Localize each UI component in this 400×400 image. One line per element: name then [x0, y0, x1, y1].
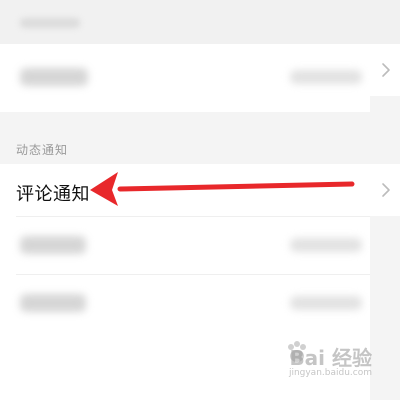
chevron-right-icon[interactable] [378, 62, 394, 78]
blurred-row-value [290, 296, 362, 310]
chevron-strip-top [370, 44, 400, 96]
chevron-right-icon[interactable] [378, 182, 394, 198]
chevron-strip-notifications [370, 164, 400, 216]
blurred-row-label [20, 236, 86, 254]
settings-row-blurred-2[interactable] [0, 216, 370, 274]
comment-notification-label: 评论通知 [16, 184, 90, 205]
watermark-brand: Bai 经验 [289, 346, 372, 370]
blurred-row-label [20, 294, 86, 312]
blurred-header-text [20, 18, 80, 28]
section-title: 动态通知 [16, 143, 69, 157]
settings-card-top [0, 44, 370, 112]
top-header-area [0, 0, 400, 44]
settings-row-blurred-3[interactable] [0, 274, 370, 334]
blurred-row-value [290, 238, 362, 252]
baidu-jingyan-watermark: Bai 经验 jingyan.baidu.com [252, 338, 372, 386]
settings-screen: 动态通知 评论通知 Bai 经验 jingyan.baidu.com [0, 0, 400, 400]
blurred-row-label [20, 68, 88, 86]
blurred-row-value [290, 70, 362, 84]
settings-row-blurred-1[interactable] [0, 44, 370, 112]
watermark-url: jingyan.baidu.com [288, 368, 372, 378]
